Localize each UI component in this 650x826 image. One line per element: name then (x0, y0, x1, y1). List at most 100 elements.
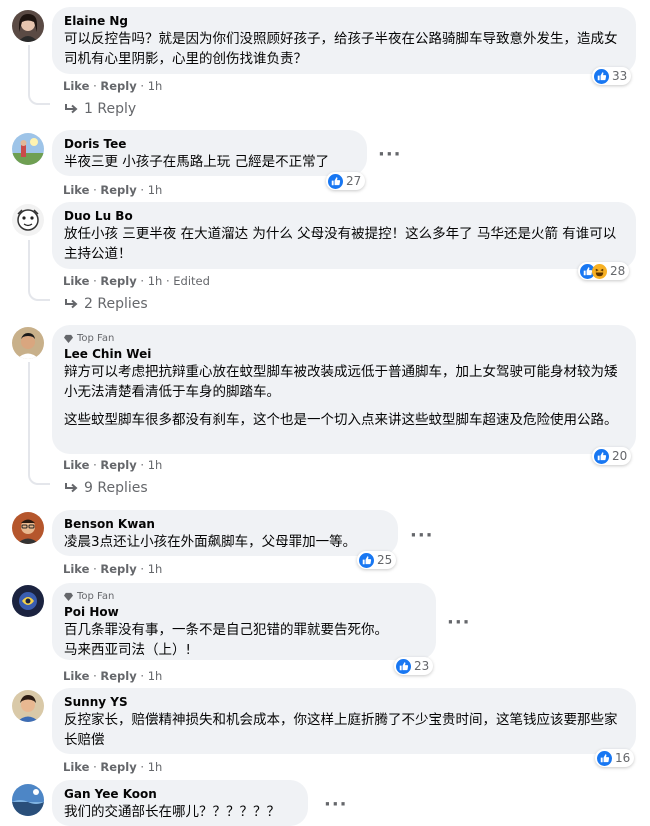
like-action[interactable]: Like (63, 760, 89, 774)
comment-actions: Like · Reply · 1h (63, 562, 163, 576)
avatar[interactable] (12, 327, 44, 359)
comment-text: 百几条罪没有事，一条不是自己犯错的罪就要告死你。 (64, 622, 388, 638)
comment-bubble: Top Fan Lee Chin Wei 辩方可以考虑把抗辩重心放在蚊型脚车被改… (52, 325, 636, 454)
comment-text: 可以反控告吗？就是因为你们没照顾好孩子，给孩子半夜在公路骑脚车导致意外发生，造成… (64, 31, 618, 67)
thread-line (28, 289, 50, 301)
reaction-count: 20 (612, 449, 628, 463)
comment-bubble: Elaine Ng 可以反控告吗？就是因为你们没照顾好孩子，给孩子半夜在公路骑脚… (52, 7, 636, 74)
commenter-name[interactable]: Sunny YS (64, 694, 624, 710)
like-icon (594, 68, 609, 84)
replies-count: 2 Replies (84, 296, 148, 312)
comment-text: 半夜三更 小孩子在馬路上玩 己經是不正常了 (64, 154, 330, 170)
reaction-count: 16 (615, 751, 631, 765)
commenter-name[interactable]: Benson Kwan (64, 516, 386, 532)
commenter-name[interactable]: Gan Yee Koon (64, 786, 296, 802)
reaction-summary[interactable]: 20 (592, 447, 632, 465)
timestamp[interactable]: 1h (148, 562, 163, 576)
reaction-summary[interactable]: 27 (326, 172, 366, 190)
commenter-name[interactable]: Duo Lu Bo (64, 208, 624, 224)
avatar[interactable] (12, 585, 44, 617)
commenter-name[interactable]: Lee Chin Wei (64, 346, 624, 362)
replies-count: 1 Reply (84, 101, 137, 117)
reaction-summary[interactable]: 33 (592, 67, 632, 85)
like-action[interactable]: Like (63, 458, 89, 472)
comment-text: 马来西亚司法（上）! (64, 642, 191, 658)
commenter-name[interactable]: Elaine Ng (64, 13, 624, 29)
reply-action[interactable]: Reply (100, 274, 136, 288)
thread-line (28, 93, 50, 105)
view-replies-link[interactable]: 1 Reply (64, 101, 136, 117)
reply-action[interactable]: Reply (100, 669, 136, 683)
like-action[interactable]: Like (63, 562, 89, 576)
avatar[interactable] (12, 784, 44, 816)
thread-line (28, 45, 30, 95)
avatar[interactable] (12, 512, 44, 544)
comment-bubble: Gan Yee Koon 我们的交通部长在哪儿？？？？？？ (52, 780, 308, 826)
comment-actions: Like · Reply · 1h (63, 760, 163, 774)
timestamp[interactable]: 1h (148, 183, 163, 197)
reply-action[interactable]: Reply (100, 183, 136, 197)
comment-bubble: Top Fan Poi How 百几条罪没有事，一条不是自己犯错的罪就要告死你。… (52, 583, 436, 660)
reaction-count: 25 (377, 553, 393, 567)
like-icon (396, 658, 411, 674)
edited-label: Edited (173, 274, 210, 288)
diamond-icon (64, 592, 73, 601)
comment-bubble: Doris Tee 半夜三更 小孩子在馬路上玩 己經是不正常了 (52, 130, 367, 176)
comment-text: 辩方可以考虑把抗辩重心放在蚊型脚车被改装成远低于普通脚车，加上女驾驶可能身材较为… (64, 364, 618, 400)
avatar[interactable] (12, 690, 44, 722)
reaction-summary[interactable]: 28 (578, 262, 630, 280)
avatar[interactable] (12, 133, 44, 165)
haha-icon (592, 263, 607, 279)
reply-action[interactable]: Reply (100, 562, 136, 576)
like-icon (597, 750, 612, 766)
like-action[interactable]: Like (63, 79, 89, 93)
comment-text: 反控家长，赔偿精神损失和机会成本，你这样上庭折腾了不少宝贵时间，这笔钱应该要那些… (64, 712, 618, 748)
reply-arrow-icon (65, 483, 78, 493)
commenter-name[interactable]: Doris Tee (64, 136, 355, 152)
avatar[interactable] (12, 10, 44, 42)
comment-bubble: Sunny YS 反控家长，赔偿精神损失和机会成本，你这样上庭折腾了不少宝贵时间… (52, 688, 636, 754)
avatar[interactable] (12, 204, 44, 236)
like-action[interactable]: Like (63, 274, 89, 288)
reply-arrow-icon (65, 299, 78, 309)
like-action[interactable]: Like (63, 183, 89, 197)
view-replies-link[interactable]: 2 Replies (64, 296, 148, 312)
reaction-count: 33 (612, 69, 628, 83)
reply-action[interactable]: Reply (100, 458, 136, 472)
like-action[interactable]: Like (63, 669, 89, 683)
reaction-count: 28 (610, 264, 626, 278)
reaction-summary[interactable]: 25 (357, 551, 397, 569)
more-options-icon[interactable]: ··· (378, 146, 402, 164)
more-options-icon[interactable]: ··· (324, 796, 348, 814)
comment-actions: Like · Reply · 1h (63, 183, 163, 197)
comment-text: 凌晨3点还让小孩在外面飙脚车，父母罪加一等。 (64, 534, 357, 550)
more-options-icon[interactable]: ··· (410, 527, 434, 545)
top-fan-badge: Top Fan (64, 589, 424, 603)
timestamp[interactable]: 1h (148, 274, 163, 288)
comment-text: 放任小孩 三更半夜 在大道溜达 为什么 父母没有被提控！这么多年了 马华还是火箭… (64, 226, 617, 262)
timestamp[interactable]: 1h (148, 458, 163, 472)
comment-bubble: Duo Lu Bo 放任小孩 三更半夜 在大道溜达 为什么 父母没有被提控！这么… (52, 202, 636, 269)
reaction-count: 23 (414, 659, 430, 673)
comment-bubble: Benson Kwan 凌晨3点还让小孩在外面飙脚车，父母罪加一等。 (52, 510, 398, 556)
reply-action[interactable]: Reply (100, 760, 136, 774)
reaction-summary[interactable]: 23 (394, 657, 434, 675)
timestamp[interactable]: 1h (148, 669, 163, 683)
replies-count: 9 Replies (84, 480, 148, 496)
comment-actions: Like · Reply · 1h (63, 669, 163, 683)
comment-text: 这些蚊型脚车很多都没有刹车，这个也是一个切入点来讲这些蚊型脚车超速及危险使用公路… (64, 412, 618, 428)
view-replies-link[interactable]: 9 Replies (64, 480, 148, 496)
timestamp[interactable]: 1h (148, 760, 163, 774)
comment-text: 我们的交通部长在哪儿？？？？？？ (64, 804, 280, 820)
timestamp[interactable]: 1h (148, 79, 163, 93)
thread-line (28, 473, 50, 485)
reply-action[interactable]: Reply (100, 79, 136, 93)
commenter-name[interactable]: Poi How (64, 604, 424, 620)
comment-actions: Like · Reply · 1h · Edited (63, 274, 210, 288)
like-icon (359, 552, 374, 568)
like-icon (594, 448, 609, 464)
reaction-count: 27 (346, 174, 362, 188)
like-icon (328, 173, 343, 189)
reaction-summary[interactable]: 16 (595, 749, 635, 767)
more-options-icon[interactable]: ··· (447, 614, 471, 632)
